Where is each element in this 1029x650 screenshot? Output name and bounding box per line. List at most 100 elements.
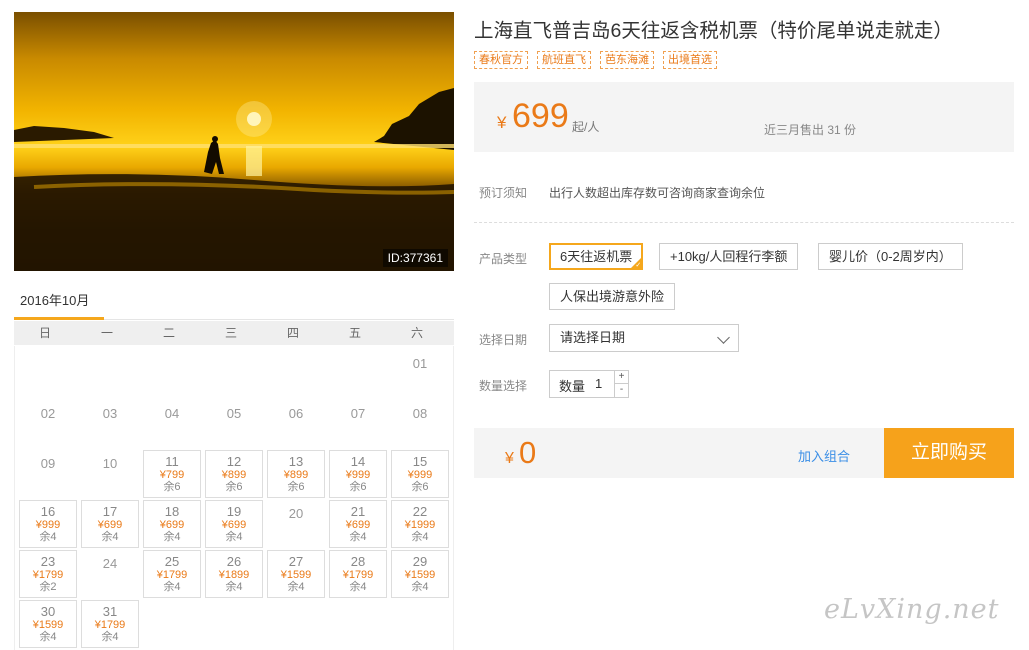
day-remaining: 余4 (225, 531, 243, 543)
calendar-day-available[interactable]: 16 ¥999 余4 (19, 500, 77, 548)
quantity-plus-button[interactable]: + (614, 371, 628, 384)
day-number: 16 (40, 504, 56, 519)
calendar-day-available[interactable]: 27 ¥1599 余4 (267, 550, 325, 598)
day-price: ¥1599 (280, 569, 312, 581)
product-photo: ID:377361 (14, 12, 454, 271)
day-remaining: 余6 (287, 481, 305, 493)
day-number: 27 (288, 554, 304, 569)
day-number: 02 (40, 406, 56, 421)
quantity-value[interactable]: 1 (595, 376, 602, 391)
day-number: 07 (350, 406, 366, 421)
total-value: 0 (519, 435, 537, 470)
day-number: 10 (102, 456, 118, 471)
weekday-label: 三 (224, 326, 237, 340)
calendar-day: 01 (391, 350, 449, 398)
day-number: 05 (226, 406, 242, 421)
option-label: 人保出境游意外险 (560, 289, 665, 304)
date-select[interactable]: 请选择日期 (549, 324, 739, 352)
calendar-day-available[interactable]: 25 ¥1799 余4 (143, 550, 201, 598)
calendar-month-tab[interactable]: 2016年10月 (14, 290, 104, 320)
calendar-day-available[interactable]: 29 ¥1599 余4 (391, 550, 449, 598)
day-remaining: 余4 (349, 531, 367, 543)
buy-now-button[interactable]: 立即购买 (884, 428, 1014, 478)
day-price: ¥1799 (94, 619, 126, 631)
calendar-day-available[interactable]: 15 ¥999 余6 (391, 450, 449, 498)
day-price: ¥699 (159, 519, 185, 531)
day-number: 09 (40, 456, 56, 471)
day-number: 04 (164, 406, 180, 421)
day-price: ¥999 (407, 469, 433, 481)
day-remaining: 余4 (39, 531, 57, 543)
calendar-day-available[interactable]: 30 ¥1599 余4 (19, 600, 77, 648)
day-number: 19 (226, 504, 242, 519)
day-number: 01 (412, 356, 428, 371)
option-travel-insurance[interactable]: 人保出境游意外险 (549, 283, 676, 310)
day-remaining: 余4 (163, 581, 181, 593)
option-label: 6天往返机票 (560, 249, 633, 264)
day-number: 26 (226, 554, 242, 569)
weekday-label: 日 (38, 326, 51, 340)
product-tag: 春秋官方 (474, 51, 528, 69)
day-number: 21 (350, 504, 366, 519)
day-price: ¥999 (35, 519, 61, 531)
day-number: 03 (102, 406, 118, 421)
price-box: ¥ 699 起/人 近三月售出 31 份 (474, 82, 1014, 152)
photo-id-badge: ID:377361 (382, 249, 448, 267)
option-label: +10kg/人回程行李额 (670, 249, 788, 264)
calendar-day-available[interactable]: 26 ¥1899 余4 (205, 550, 263, 598)
day-number: 20 (288, 506, 304, 521)
product-tag: 出境首选 (663, 51, 717, 69)
product-tags: 春秋官方 航班直飞 芭东海滩 出境首选 (474, 51, 717, 69)
day-number: 28 (350, 554, 366, 569)
day-remaining: 余4 (39, 631, 57, 643)
calendar-day-available[interactable]: 31 ¥1799 余4 (81, 600, 139, 648)
calendar-day: 10 (81, 450, 139, 498)
day-price: ¥1799 (32, 569, 64, 581)
day-remaining: 余4 (163, 531, 181, 543)
quantity-minus-button[interactable]: - (614, 384, 628, 397)
weekday-label: 四 (286, 326, 299, 340)
day-remaining: 余6 (349, 481, 367, 493)
day-price: ¥1999 (404, 519, 436, 531)
calendar-day: 08 (391, 400, 449, 448)
calendar-day-available[interactable]: 23 ¥1799 余2 (19, 550, 77, 598)
calendar-day-available[interactable]: 21 ¥699 余4 (329, 500, 387, 548)
weekday-label: 一 (100, 326, 113, 340)
calendar-day-available[interactable]: 14 ¥999 余6 (329, 450, 387, 498)
weekday-label: 六 (410, 326, 423, 340)
calendar-day-available[interactable]: 19 ¥699 余4 (205, 500, 263, 548)
day-remaining: 余4 (101, 631, 119, 643)
calendar-divider (104, 319, 454, 320)
calendar-day: 03 (81, 400, 139, 448)
day-price: ¥699 (345, 519, 371, 531)
product-tag: 芭东海滩 (600, 51, 654, 69)
day-price: ¥699 (97, 519, 123, 531)
calendar-day-available[interactable]: 18 ¥699 余4 (143, 500, 201, 548)
date-select-value: 请选择日期 (560, 330, 626, 345)
section-divider (474, 222, 1014, 223)
day-price: ¥1899 (218, 569, 250, 581)
calendar-day-available[interactable]: 28 ¥1799 余4 (329, 550, 387, 598)
quantity-label: 数量选择 (479, 379, 528, 393)
option-roundtrip-ticket[interactable]: 6天往返机票 ✓ (549, 243, 644, 270)
day-number: 12 (226, 454, 242, 469)
price-currency: ¥ (497, 113, 507, 132)
product-title: 上海直飞普吉岛6天往返含税机票（特价尾单说走就走） (474, 20, 953, 42)
option-extra-luggage[interactable]: +10kg/人回程行李额 (659, 243, 799, 270)
day-number: 11 (165, 454, 179, 469)
day-number: 30 (40, 604, 56, 619)
calendar-day-available[interactable]: 13 ¥899 余6 (267, 450, 325, 498)
calendar-day-available[interactable]: 11 ¥799 余6 (143, 450, 201, 498)
calendar-day: 24 (81, 550, 139, 598)
day-price: ¥699 (221, 519, 247, 531)
notice-label: 预订须知 (479, 186, 528, 200)
add-combo-link[interactable]: 加入组合 (798, 446, 850, 465)
day-price: ¥1599 (32, 619, 64, 631)
calendar-day-available[interactable]: 22 ¥1999 余4 (391, 500, 449, 548)
calendar-day-available[interactable]: 12 ¥899 余6 (205, 450, 263, 498)
calendar-day-available[interactable]: 17 ¥699 余4 (81, 500, 139, 548)
day-remaining: 余2 (39, 581, 57, 593)
option-infant-price[interactable]: 婴儿价（0-2周岁内） (818, 243, 963, 270)
day-remaining: 余4 (349, 581, 367, 593)
day-price: ¥1799 (342, 569, 374, 581)
